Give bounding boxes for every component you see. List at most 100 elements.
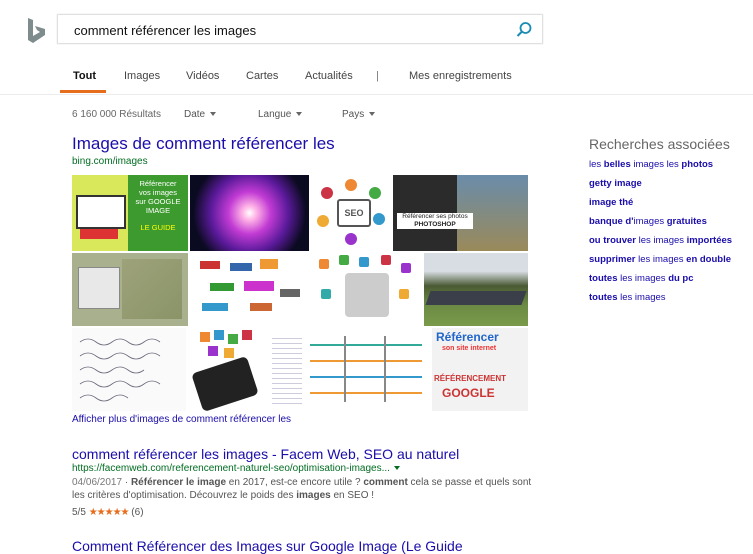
tab-news[interactable]: Actualités [305,70,353,82]
bold-text-fragment: supprimer [589,254,636,265]
related-search-link[interactable]: ou trouver les images importées [589,235,732,246]
bold-text-fragment: comment [363,477,408,488]
result-date: 04/06/2017 [72,477,123,488]
thumb-1-line-4: IMAGE [145,206,171,215]
related-search-link[interactable]: image thé [589,197,633,208]
search-box[interactable]: comment référencer les images [57,14,543,44]
filter-date-label: Date [184,109,206,120]
thumb-4-line-1: Référencer ses photos [402,213,468,220]
filter-language-label: Langue [258,109,292,120]
images-section-title[interactable]: Images de comment référencer les [72,134,335,154]
image-thumb-4[interactable]: Référencer ses photos PHOTOSHOP [393,175,528,251]
thumb-1-line-3: sur GOOGLE [135,197,181,206]
bold-text-fragment: image thé [589,197,634,208]
chevron-down-icon [369,112,376,117]
filter-language[interactable]: Langue [258,109,303,120]
result-snippet: 04/06/2017 · Référencer le image en 2017… [72,476,532,502]
related-searches-title: Recherches associées [589,136,730,152]
image-thumb-5[interactable] [72,253,188,326]
related-search-link[interactable]: toutes les images [589,292,666,303]
search-icon [516,22,532,37]
bold-text-fragment: banque d' [589,216,634,227]
handwriting-image [79,338,161,402]
thumb-1-line-5: LE GUIDE [140,223,176,232]
tab-all[interactable]: Tout [73,70,96,82]
bold-text-fragment: importées [686,235,733,246]
bing-logo[interactable] [26,17,48,45]
thumb-12-line-4: GOOGLE [442,386,495,400]
text-fragment: les images [635,254,687,265]
related-search-link[interactable]: banque d'images gratuites [589,216,707,227]
text-fragment: en 2017, est-ce encore utile ? [226,477,364,488]
review-count: (6) [131,507,144,518]
nav-separator: | [376,70,379,82]
thumb-1-line-1: Référencer [139,179,177,188]
bold-text-fragment: toutes [589,292,618,303]
tab-images[interactable]: Images [124,70,160,82]
bold-text-fragment: belles [603,159,631,170]
bold-text-fragment: getty image [589,178,642,189]
text-fragment: les images [617,273,669,284]
tab-maps[interactable]: Cartes [246,70,278,82]
more-images-link[interactable]: Afficher plus d'images de comment référe… [72,414,291,425]
snippet-text: · Référencer le image en 2017, est-ce en… [72,477,531,501]
chevron-down-icon [210,112,217,117]
text-fragment: les images [617,292,666,303]
bold-text-fragment: photos [681,159,714,170]
image-thumb-6[interactable] [190,253,309,326]
image-grid: Référencer vos images sur GOOGLE IMAGE L… [72,175,528,411]
image-thumb-12[interactable]: Référencer son site internet RÉFÉRENCEME… [432,328,528,411]
related-search-link[interactable]: les belles images les photos [589,159,713,170]
text-fragment: · [122,477,131,488]
thumb-1-line-2: vos images [139,188,177,197]
image-thumb-10[interactable] [188,328,262,411]
related-search-link[interactable]: toutes les images du pc [589,273,694,284]
image-thumb-7[interactable] [311,253,422,326]
result-title-link[interactable]: comment référencer les images - Facem We… [72,446,459,462]
image-thumb-1[interactable]: Référencer vos images sur GOOGLE IMAGE L… [72,175,188,251]
star-rating-icon: ★★★★★ [88,507,130,518]
nav-bar: Tout Images Vidéos Cartes Actualités | M… [0,70,753,95]
thumb-4-line-2: PHOTOSHOP [414,221,456,228]
image-thumb-9[interactable] [72,328,186,411]
rating-value: 5/5 [72,507,86,518]
result-url: https://facemweb.com/referencement-natur… [72,463,400,474]
url-options-chevron-icon[interactable] [393,466,400,471]
filter-country[interactable]: Pays [342,109,376,120]
thumb-12-line-3: RÉFÉRENCEMENT [434,374,507,383]
tab-saved[interactable]: Mes enregistrements [409,70,512,82]
bold-text-fragment: du pc [668,273,694,284]
image-thumb-3[interactable]: SEO [311,175,391,251]
related-search-link[interactable]: supprimer les images en double [589,254,731,265]
chevron-down-icon [296,112,303,117]
images-section-source: bing.com/images [72,156,148,167]
filter-country-label: Pays [342,109,365,120]
search-input[interactable]: comment référencer les images [74,23,256,38]
bing-logo-icon [28,18,45,43]
result-url-text: https://facemweb.com/referencement-natur… [72,463,390,474]
bold-text-fragment: gratuites [666,216,707,227]
related-search-link[interactable]: getty image [589,178,642,189]
text-fragment: les images [635,235,687,246]
text-fragment: en SEO ! [330,490,375,501]
active-tab-indicator [60,90,106,93]
tab-videos[interactable]: Vidéos [186,70,219,82]
text-fragment: images les [630,159,682,170]
result-2-title-link[interactable]: Comment Référencer des Images sur Google… [72,538,463,554]
filter-date[interactable]: Date [184,109,217,120]
image-thumb-2[interactable] [190,175,309,251]
bold-text-fragment: en double [686,254,732,265]
search-button[interactable] [512,18,536,42]
result-rating: 5/5 ★★★★★ (6) [72,507,144,518]
thumb-12-line-1: Référencer [436,330,499,344]
text-fragment: les [589,159,604,170]
text-fragment: images [633,216,667,227]
bold-text-fragment: toutes [589,273,618,284]
bold-text-fragment: images [296,490,331,501]
image-thumb-11[interactable] [264,328,430,411]
result-count: 6 160 000 Résultats [72,109,161,120]
thumb-12-line-2: son site internet [442,345,497,352]
bold-text-fragment: Référencer le image [130,477,227,488]
image-thumb-8[interactable] [424,253,528,326]
bold-text-fragment: ou trouver [589,235,636,246]
